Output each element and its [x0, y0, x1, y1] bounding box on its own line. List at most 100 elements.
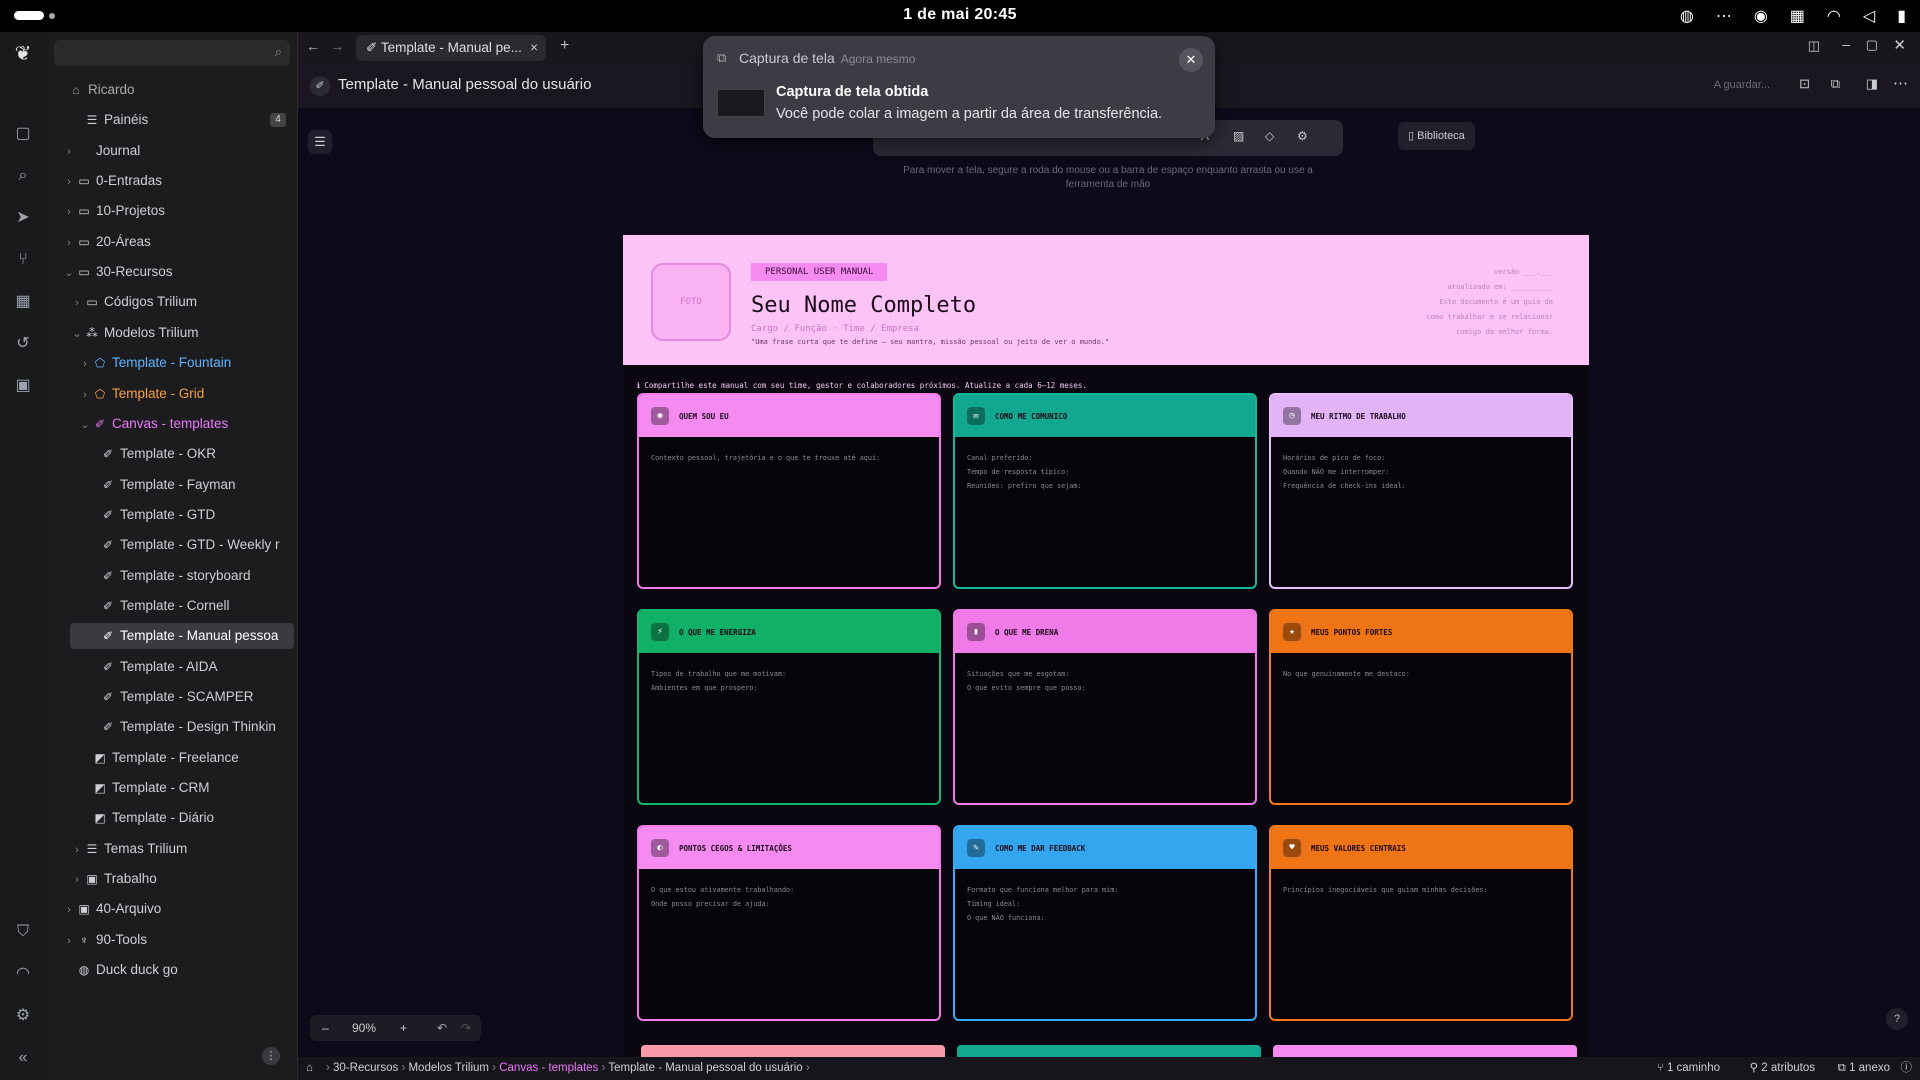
info-icon[interactable]: ⓘ: [1901, 1057, 1913, 1080]
breadcrumb-item[interactable]: Canvas - templates: [499, 1062, 598, 1074]
tree-item[interactable]: ✐ Template - Cornell: [46, 593, 298, 619]
protected-session-icon[interactable]: ⛉: [13, 922, 33, 942]
tree-item[interactable]: ✐ Template - Manual pessoa: [70, 623, 294, 650]
expand-chevron-icon[interactable]: ›: [70, 290, 84, 315]
eraser-tool-icon[interactable]: ◇: [1265, 129, 1274, 143]
manual-card[interactable]: ♥ MEUS VALORES CENTRAIS Princípios inegoci…: [1269, 825, 1573, 1021]
help-icon[interactable]: ?: [1886, 1008, 1908, 1030]
expand-chevron-icon[interactable]: ›: [78, 351, 92, 376]
tree-item[interactable]: ✐ Template - OKR: [46, 441, 298, 467]
tree-item[interactable]: ◍ Duck duck go: [46, 957, 298, 983]
notification-close-button[interactable]: ✕: [1179, 48, 1203, 72]
grid-icon[interactable]: ▦: [1790, 6, 1805, 26]
sync-status-icon[interactable]: ◠: [13, 964, 33, 984]
tree-item[interactable]: ☰ Painéis 4: [46, 107, 298, 133]
expand-chevron-icon[interactable]: ⌄: [78, 412, 92, 437]
tree-item[interactable]: ◩ Template - CRM: [46, 775, 298, 801]
more-options-icon[interactable]: ⋯: [1893, 74, 1908, 92]
tree-item[interactable]: ✐ Template - SCAMPER: [46, 684, 298, 710]
manual-card[interactable]: ⚡ O QUE ME ENERGIZA Tipos de trabalho que …: [637, 609, 941, 805]
forward-arrow-icon[interactable]: →: [330, 38, 344, 54]
tab-manual[interactable]: ✐ Template - Manual pe... ×: [356, 35, 546, 61]
breadcrumb-item[interactable]: Modelos Trilium: [408, 1062, 489, 1074]
expand-chevron-icon[interactable]: ›: [62, 897, 76, 922]
note-map-icon[interactable]: ⑂: [13, 250, 33, 270]
expand-chevron-icon[interactable]: ›: [78, 382, 92, 407]
tree-item[interactable]: ⌄ ✐ Canvas - templates: [46, 411, 298, 437]
wifi-icon[interactable]: ◠: [1827, 6, 1841, 26]
close-tab-icon[interactable]: ×: [530, 35, 538, 61]
manual-card[interactable]: ◷ MEU RITMO DE TRABALHO Horários de pico d…: [1269, 393, 1573, 589]
manual-card[interactable]: ✉ COMO ME COMUNICO Canal preferido: Tempo d…: [953, 393, 1257, 589]
clock[interactable]: 1 de mai 20:45: [0, 6, 1920, 24]
manual-role[interactable]: Cargo / Função · Time / Empresa: [751, 324, 919, 334]
maximize-icon[interactable]: ▢: [1866, 37, 1878, 53]
manual-card[interactable]: ✎ COMO ME DAR FEEDBACK Formato que funcion…: [953, 825, 1257, 1021]
tree-item[interactable]: › ▭ 20-Áreas: [46, 229, 298, 255]
tree-item[interactable]: ⌂ Ricardo: [46, 77, 298, 103]
close-window-icon[interactable]: ✕: [1893, 36, 1906, 54]
attachments-indicator[interactable]: ⧉ 1 anexo: [1838, 1057, 1890, 1080]
volume-icon[interactable]: ◁: [1863, 6, 1875, 26]
trilium-logo-icon[interactable]: ❦: [13, 44, 33, 64]
manual-name[interactable]: Seu Nome Completo: [751, 293, 976, 318]
back-arrow-icon[interactable]: ←: [306, 38, 320, 54]
tree-item[interactable]: ✐ Template - storyboard: [46, 563, 298, 589]
manual-card[interactable]: ▮ O QUE ME DRENA Situações que me esgotam:…: [953, 609, 1257, 805]
tree-item[interactable]: ⌄ ⁂ Modelos Trilium: [46, 320, 298, 346]
app-indicator-icon[interactable]: ◉: [1754, 6, 1768, 26]
tree-item[interactable]: › ▭ 10-Projetos: [46, 198, 298, 224]
note-title[interactable]: Template - Manual pessoal do usuário: [338, 76, 591, 93]
manual-card[interactable]: ◐ PONTOS CEGOS & LIMITAÇÕES O que estou at…: [637, 825, 941, 1021]
expand-chevron-icon[interactable]: ›: [62, 928, 76, 953]
globe-icon[interactable]: ◍: [1680, 6, 1694, 26]
split-view-icon[interactable]: ◫: [1808, 38, 1820, 54]
search-icon[interactable]: ⌕: [13, 166, 33, 186]
quick-search-input[interactable]: ⌕: [54, 40, 290, 66]
paths-indicator[interactable]: ⑂ 1 caminho: [1657, 1057, 1720, 1080]
manual-card[interactable]: ★ MEUS PONTOS FORTES No que genuinamente m…: [1269, 609, 1573, 805]
new-tab-icon[interactable]: +: [560, 37, 569, 55]
expand-chevron-icon[interactable]: ›: [62, 199, 76, 224]
attributes-indicator[interactable]: ⚲ 2 atributos: [1750, 1057, 1815, 1080]
calendar-icon[interactable]: ▦: [13, 292, 33, 312]
collapse-sidebar-icon[interactable]: «: [13, 1048, 33, 1068]
tree-item[interactable]: › ⬠ Template - Grid: [46, 381, 298, 407]
photo-placeholder[interactable]: FOTO: [651, 263, 731, 341]
tree-item[interactable]: ◩ Template - Freelance: [46, 745, 298, 771]
tree-item[interactable]: ✐ Template - AIDA: [46, 654, 298, 680]
today-icon[interactable]: ▣: [13, 376, 33, 396]
history-icon[interactable]: ↺: [13, 334, 33, 354]
expand-chevron-icon[interactable]: ⌄: [62, 260, 76, 285]
tree-item[interactable]: › ▭ Códigos Trilium: [46, 289, 298, 315]
tree-item[interactable]: ✐ Template - Fayman: [46, 472, 298, 498]
extra-tools-icon[interactable]: ⚙: [1297, 129, 1308, 143]
battery-icon[interactable]: ▮: [1897, 6, 1906, 26]
tree-settings-icon[interactable]: ⋮: [262, 1047, 280, 1065]
expand-chevron-icon[interactable]: ⌄: [70, 321, 84, 346]
settings-gear-icon[interactable]: ⚙: [13, 1006, 33, 1026]
breadcrumb-item[interactable]: Template - Manual pessoal do usuário: [608, 1062, 802, 1074]
breadcrumb-item[interactable]: 30-Recursos: [333, 1062, 398, 1074]
tree-item[interactable]: ◩ Template - Diário: [46, 805, 298, 831]
home-icon[interactable]: ⌂: [306, 1057, 313, 1080]
tree-item[interactable]: › ☰ Temas Trilium: [46, 836, 298, 862]
image-tool-icon[interactable]: ▨: [1233, 129, 1244, 143]
expand-chevron-icon[interactable]: ›: [62, 230, 76, 255]
tree-item[interactable]: ✐ Template - Design Thinkin: [46, 714, 298, 740]
screenshot-notification[interactable]: ⧉ Captura de tela Agora mesmo ✕ Captura d…: [703, 36, 1215, 138]
tree-item[interactable]: › Journal: [46, 138, 298, 164]
excalidraw-canvas[interactable]: ☰ A ▨ ◇ ⚙ Para mover a tela, segure a ro…: [298, 108, 1920, 1058]
manual-quote[interactable]: "Uma frase curta que te define — seu man…: [751, 338, 1109, 346]
tree-item[interactable]: › ♆ 90-Tools: [46, 927, 298, 953]
tree-item[interactable]: › ▭ 0-Entradas: [46, 168, 298, 194]
right-pane-icon[interactable]: ◨: [1866, 76, 1878, 92]
hamburger-menu-icon[interactable]: ☰: [308, 130, 332, 154]
lock-icon[interactable]: ⊡: [1799, 76, 1810, 92]
library-button[interactable]: ▯ Biblioteca: [1398, 122, 1475, 150]
manual-card[interactable]: ◉ QUEM SOU EU Contexto pessoal, trajetória…: [637, 393, 941, 589]
user-manual-board[interactable]: FOTO PERSONAL USER MANUAL Seu Nome Compl…: [623, 235, 1589, 1058]
note-icon[interactable]: ✐: [310, 76, 330, 96]
expand-chevron-icon[interactable]: ›: [70, 867, 84, 892]
zoom-in-button[interactable]: +: [400, 1015, 407, 1041]
